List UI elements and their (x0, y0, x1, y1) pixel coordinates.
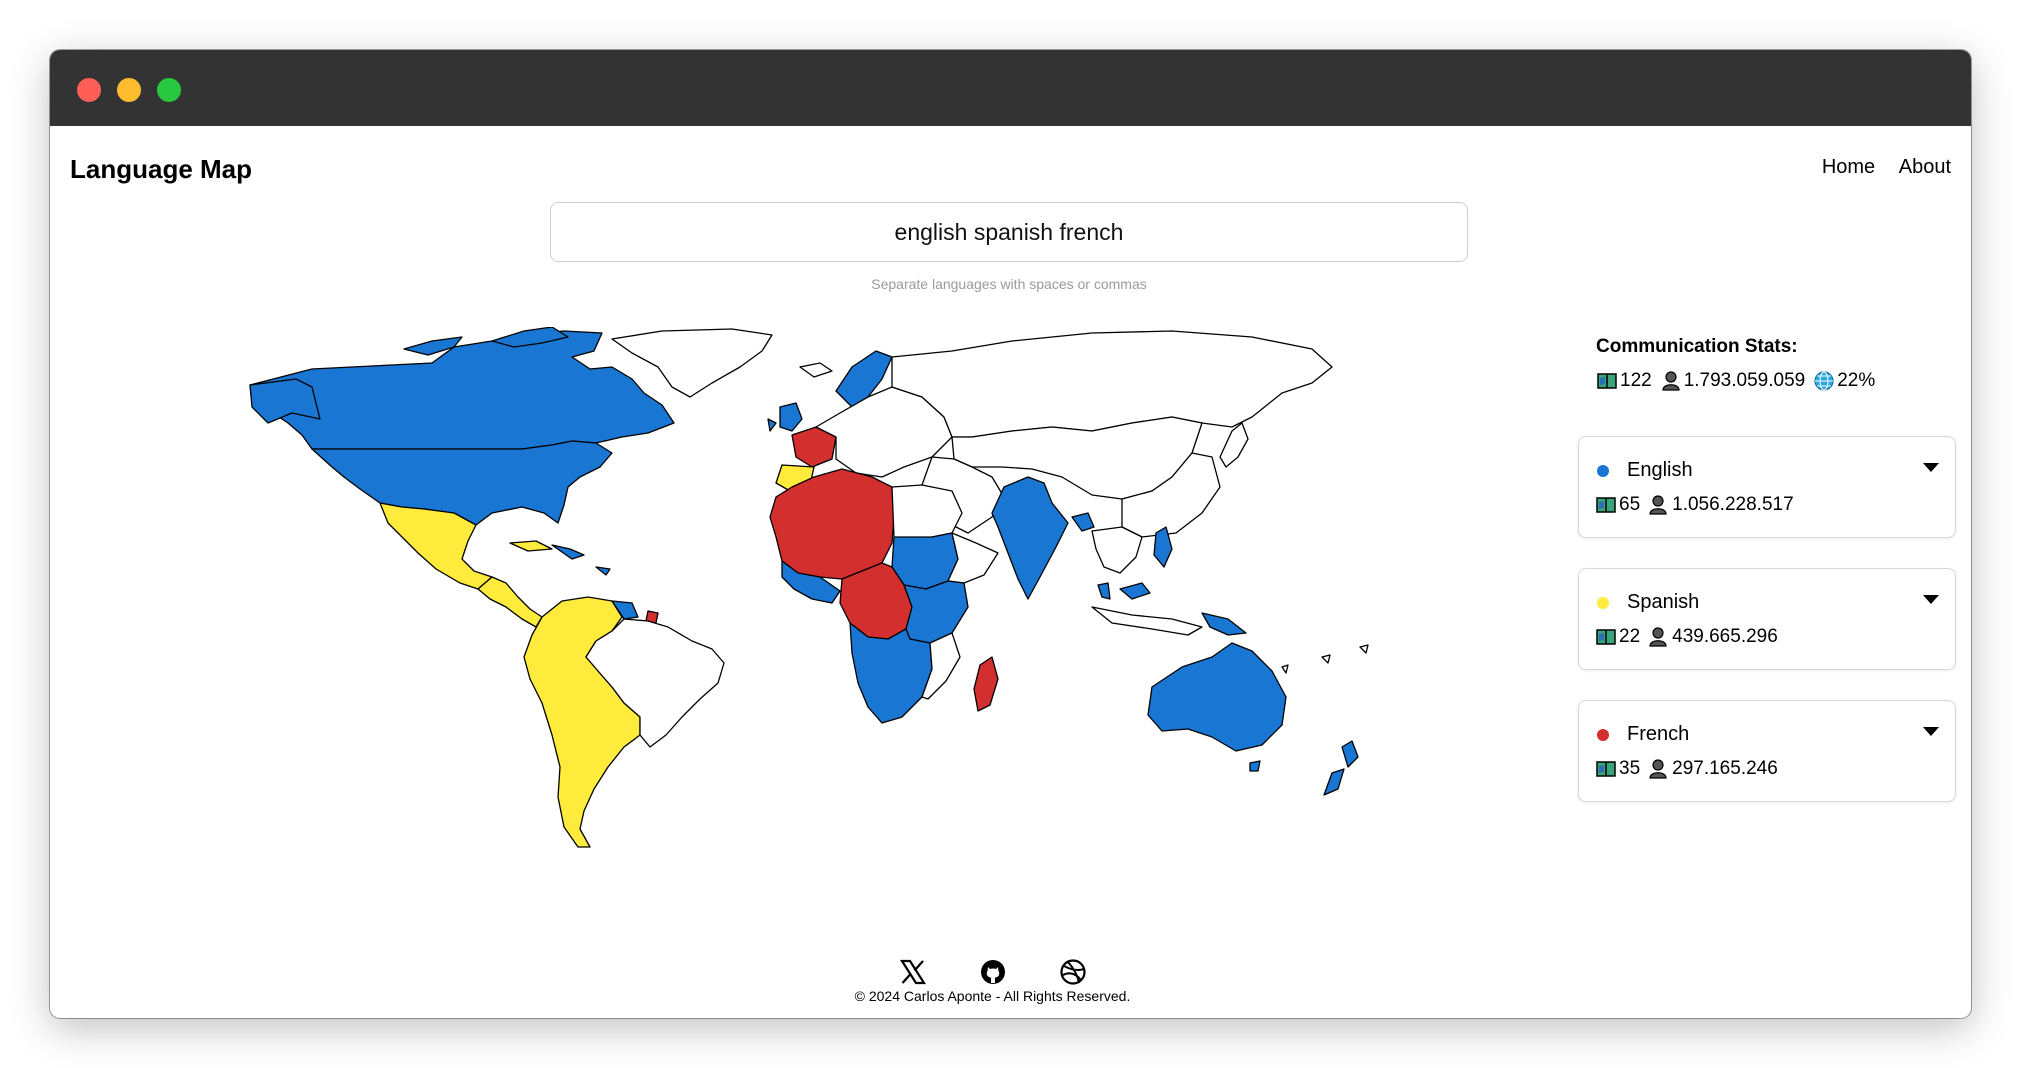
language-speakers: 1.056.228.517 (1672, 494, 1794, 515)
dribbble-icon[interactable] (1059, 958, 1087, 986)
brand-title[interactable]: Language Map (70, 154, 252, 185)
language-search (550, 202, 1468, 262)
language-card-english[interactable]: English 65 1.056.228.517 (1578, 436, 1956, 538)
map-region-malaysia (1097, 582, 1151, 600)
map-region-central-america (477, 576, 543, 628)
language-speakers: 297.165.246 (1672, 758, 1778, 779)
person-icon (1662, 371, 1680, 391)
close-window-button[interactable] (77, 78, 101, 102)
nav-about-link[interactable]: About (1899, 156, 1951, 178)
language-name: French (1627, 723, 1690, 745)
map-region-cuba (509, 540, 553, 552)
language-header: English (1597, 459, 1693, 482)
nav-links: Home About (1804, 156, 1951, 179)
github-icon[interactable] (979, 958, 1007, 986)
person-speaking-icon (1649, 627, 1667, 647)
map-region-usa (311, 440, 613, 526)
minimize-window-button[interactable] (117, 78, 141, 102)
map-region-new-zealand (1323, 740, 1359, 796)
map-region-canada (249, 330, 675, 450)
title-bar (50, 50, 1971, 126)
map-region-libya-egypt (891, 484, 963, 540)
stats-title: Communication Stats: (1596, 336, 1798, 357)
map-region-pakistan-india (991, 476, 1069, 600)
language-stats: 35 297.165.246 (1595, 758, 1778, 780)
map-region-australia (1147, 642, 1287, 752)
maximize-window-button[interactable] (157, 78, 181, 102)
map-region-madagascar (973, 656, 999, 712)
language-countries: 65 (1619, 494, 1641, 515)
english-color-dot (1597, 464, 1609, 477)
language-card-spanish[interactable]: Spanish 22 439.665.296 (1578, 568, 1956, 670)
language-countries: 35 (1619, 758, 1641, 779)
french-color-dot (1597, 728, 1609, 741)
map-book-icon (1596, 497, 1616, 513)
language-name: Spanish (1627, 591, 1700, 613)
language-card-french[interactable]: French 35 297.165.246 (1578, 700, 1956, 802)
person-speaking-icon (1649, 495, 1667, 515)
map-region-japan (1219, 422, 1249, 468)
chevron-down-icon[interactable] (1923, 595, 1939, 604)
browser-window: Language Map Home About Separate languag… (50, 50, 1971, 1018)
map-region-pacific-islands (1281, 644, 1369, 674)
stats-coverage: 22% (1837, 370, 1876, 391)
language-stats: 65 1.056.228.517 (1595, 494, 1794, 516)
map-book-icon (1596, 761, 1616, 777)
person-speaking-icon (1649, 759, 1667, 779)
map-region-papua (1201, 612, 1247, 636)
map-region-iceland (799, 362, 833, 378)
world-map[interactable] (192, 327, 1484, 867)
chevron-down-icon[interactable] (1923, 463, 1939, 472)
x-icon[interactable] (899, 958, 927, 986)
map-book-icon (1597, 373, 1617, 389)
language-countries: 22 (1619, 626, 1641, 647)
map-region-tasmania (1249, 760, 1261, 772)
communication-stats: Communication Stats: 122 1.793.059.059 2… (1596, 336, 1946, 392)
language-stats: 22 439.665.296 (1595, 626, 1778, 648)
language-header: Spanish (1597, 591, 1699, 614)
footer-social-links (50, 958, 1953, 986)
map-region-southeast-asia (1091, 526, 1143, 574)
stats-speakers: 1.793.059.059 (1683, 370, 1806, 391)
chevron-down-icon[interactable] (1923, 727, 1939, 736)
stats-countries: 122 (1620, 370, 1652, 391)
language-search-input[interactable] (594, 217, 1424, 247)
map-region-alaska (249, 378, 321, 424)
language-name: English (1627, 459, 1693, 481)
map-region-uk (767, 402, 803, 432)
language-header: French (1597, 723, 1689, 746)
copyright-text: © 2024 Carlos Aponte - All Rights Reserv… (854, 988, 1131, 1004)
stats-summary: 122 1.793.059.059 22% (1596, 370, 1946, 392)
map-book-icon (1596, 629, 1616, 645)
globe-icon (1814, 371, 1834, 391)
map-region-caribbean (551, 544, 611, 576)
map-region-bangladesh-myanmar (1071, 512, 1095, 532)
map-region-indonesia (1091, 606, 1203, 636)
search-hint: Separate languages with spaces or commas (871, 276, 1147, 292)
spanish-color-dot (1597, 596, 1609, 609)
nav-home-link[interactable]: Home (1822, 156, 1875, 178)
map-region-east-africa (903, 580, 969, 644)
map-region-russia (891, 330, 1333, 438)
language-speakers: 439.665.296 (1672, 626, 1778, 647)
navbar: Language Map Home About (50, 126, 1971, 206)
